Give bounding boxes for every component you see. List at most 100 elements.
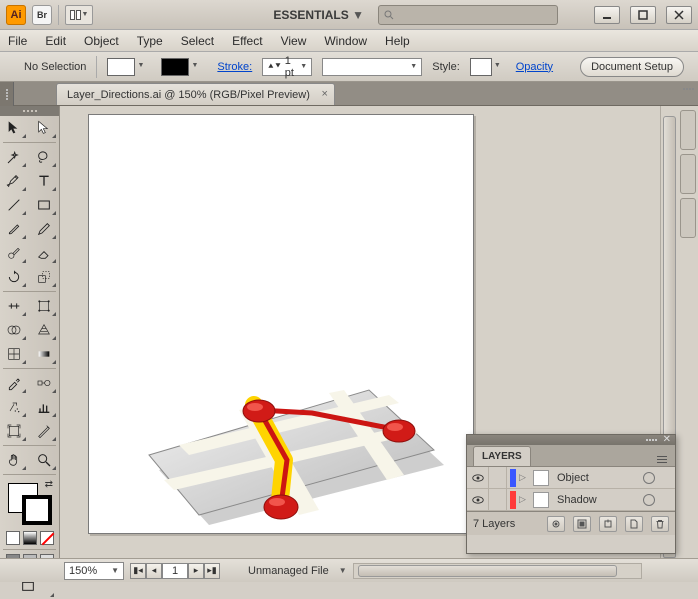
disclosure-triangle-icon[interactable]: ▷ [519,472,529,483]
lock-toggle[interactable] [489,467,507,489]
menu-window[interactable]: Window [324,34,367,48]
dock-group-2[interactable] [680,154,696,194]
color-mode-solid[interactable] [6,531,20,545]
blob-brush-tool[interactable] [0,241,28,265]
symbol-sprayer-tool[interactable] [0,395,28,419]
zoom-tool[interactable] [30,448,58,472]
layers-panel-header[interactable]: ✕ [467,435,675,445]
fill-swatch[interactable]: ▼ [107,58,135,76]
minimize-button[interactable] [594,6,620,24]
search-input[interactable] [378,5,558,25]
visibility-toggle[interactable] [467,489,489,511]
close-button[interactable] [666,6,692,24]
swap-fill-stroke-icon[interactable]: ⇄ [45,479,53,490]
lock-toggle[interactable] [489,489,507,511]
menu-edit[interactable]: Edit [45,34,66,48]
workspace-switcher[interactable]: ESSENTIALS ▼ [265,8,372,22]
artboard-tool[interactable] [0,419,28,443]
visibility-toggle[interactable] [467,467,489,489]
paintbrush-tool[interactable] [0,217,28,241]
pencil-tool[interactable] [30,217,58,241]
free-transform-tool[interactable] [30,294,58,318]
next-artboard-button[interactable]: ▸ [188,563,204,579]
arrange-documents-button[interactable]: ▼ [65,5,93,25]
target-icon[interactable] [643,472,655,484]
status-bar: 150%▼ ▮◂ ◂ 1 ▸ ▸▮ Unmanaged File ▼ [0,558,698,582]
maximize-button[interactable] [630,6,656,24]
color-mode-gradient[interactable] [23,531,37,545]
stroke-swatch[interactable]: ▼ [161,58,189,76]
menu-file[interactable]: File [8,34,27,48]
selection-tool[interactable] [0,116,28,140]
target-icon[interactable] [643,494,655,506]
layer-name[interactable]: Object [553,472,643,484]
fill-stroke-control[interactable]: ⇄ [0,477,59,529]
tab-overflow-icon[interactable] [683,88,694,90]
first-artboard-button[interactable]: ▮◂ [130,563,146,579]
opacity-link[interactable]: Opacity [516,61,553,73]
delete-layer-icon[interactable] [651,516,669,532]
panel-menu-icon[interactable] [653,452,669,466]
horizontal-scrollbar[interactable] [353,563,642,579]
color-mode-none[interactable] [40,531,54,545]
toolbox: ⇄ [0,106,60,558]
layer-row[interactable]: ▷ Shadow [467,489,675,511]
rotate-tool[interactable] [0,265,28,289]
layer-name[interactable]: Shadow [553,494,643,506]
eyedropper-tool[interactable] [0,371,28,395]
layer-thumbnail [533,492,549,508]
new-layer-icon[interactable] [625,516,643,532]
stroke-link[interactable]: Stroke: [217,61,252,73]
line-tool[interactable] [0,193,28,217]
menu-type[interactable]: Type [137,34,163,48]
menu-effect[interactable]: Effect [232,34,262,48]
stroke-color[interactable] [22,495,52,525]
close-tab-icon[interactable]: × [321,88,327,100]
rectangle-tool[interactable] [30,193,58,217]
hand-tool[interactable] [0,448,28,472]
last-artboard-button[interactable]: ▸▮ [204,563,220,579]
document-setup-button[interactable]: Document Setup [580,57,684,77]
make-clipping-mask-icon[interactable] [573,516,591,532]
toolbox-grip[interactable] [0,106,59,116]
menu-select[interactable]: Select [181,34,214,48]
menu-help[interactable]: Help [385,34,410,48]
menu-object[interactable]: Object [84,34,119,48]
menu-view[interactable]: View [281,34,307,48]
type-tool[interactable] [30,169,58,193]
layers-tab[interactable]: LAYERS [473,446,531,466]
zoom-input[interactable]: 150%▼ [64,562,124,580]
brush-definition-dropdown[interactable]: ▼ [322,58,422,76]
disclosure-triangle-icon[interactable]: ▷ [519,494,529,505]
artboard-number[interactable]: 1 [162,563,188,579]
perspective-tool[interactable] [30,318,58,342]
prev-artboard-button[interactable]: ◂ [146,563,162,579]
bridge-icon[interactable]: Br [32,5,52,25]
slice-tool[interactable] [30,419,58,443]
right-dock[interactable] [678,106,698,558]
direct-selection-tool[interactable] [30,116,58,140]
pen-tool[interactable] [0,169,28,193]
width-tool[interactable] [0,294,28,318]
document-tab-bar: Layer_Directions.ai @ 150% (RGB/Pixel Pr… [0,82,698,106]
locate-object-icon[interactable] [547,516,565,532]
dock-group-3[interactable] [680,198,696,238]
dock-group-1[interactable] [680,110,696,150]
panel-close-icon[interactable]: ✕ [663,435,671,445]
layer-row[interactable]: ▷ Object [467,467,675,489]
tab-bar-handle[interactable] [0,82,14,106]
shape-builder-tool[interactable] [0,318,28,342]
scale-tool[interactable] [30,265,58,289]
new-sublayer-icon[interactable] [599,516,617,532]
document-tab[interactable]: Layer_Directions.ai @ 150% (RGB/Pixel Pr… [56,83,335,105]
mesh-tool[interactable] [0,342,28,366]
stroke-weight-input[interactable]: ⯅⯆ 1 pt ▼ [262,58,312,76]
blend-tool[interactable] [30,371,58,395]
eraser-tool[interactable] [30,241,58,265]
magic-wand-tool[interactable] [0,145,28,169]
artboard-navigator[interactable]: ▮◂ ◂ 1 ▸ ▸▮ [130,563,220,579]
graphic-style-swatch[interactable]: ▼ [470,58,492,76]
lasso-tool[interactable] [30,145,58,169]
gradient-tool[interactable] [30,342,58,366]
graph-tool[interactable] [30,395,58,419]
